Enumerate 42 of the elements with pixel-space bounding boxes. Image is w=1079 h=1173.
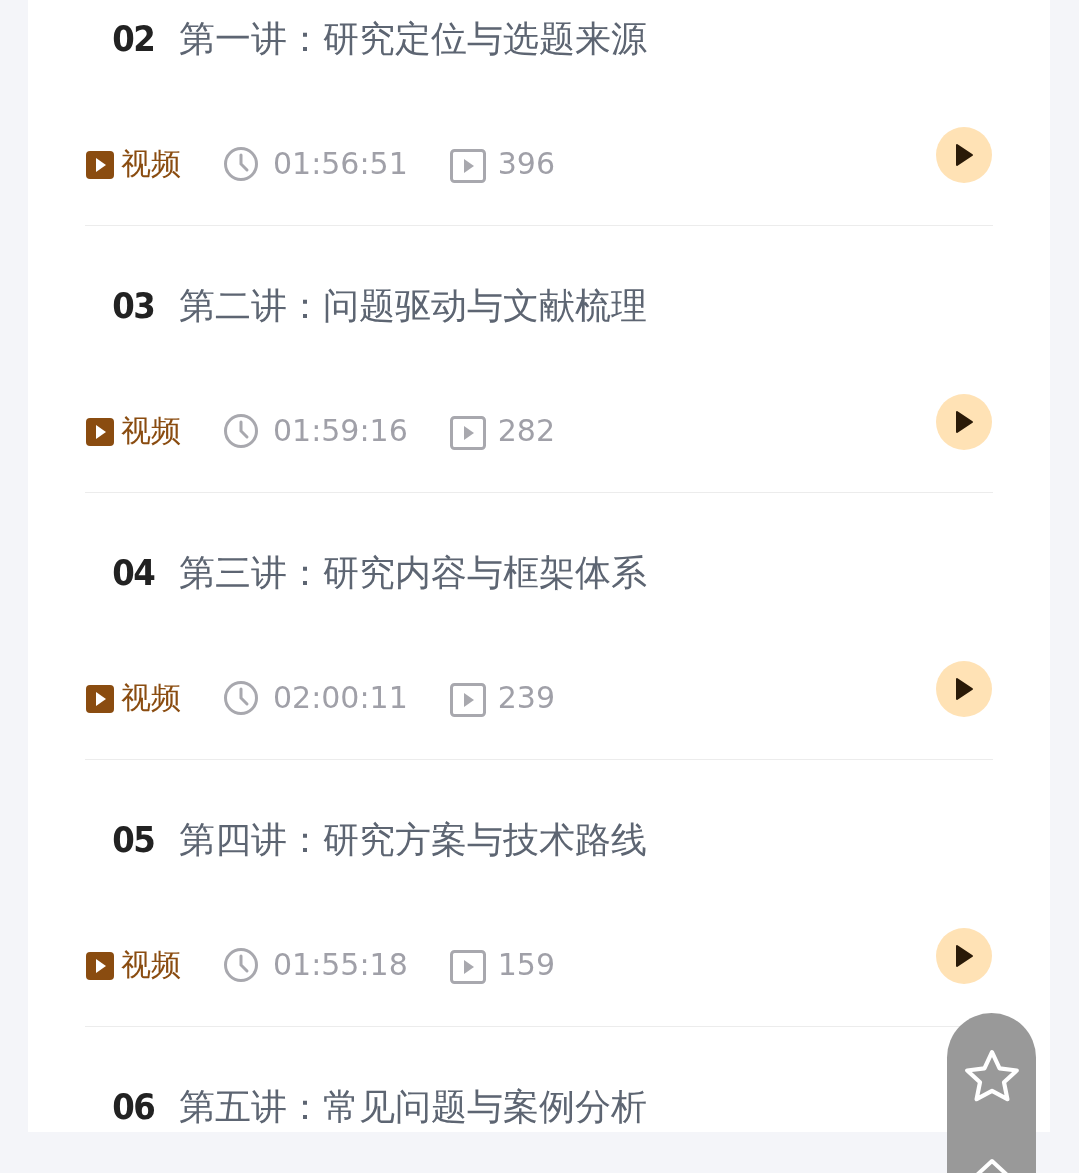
video-badge-icon <box>85 951 115 981</box>
video-badge-icon <box>85 684 115 714</box>
lesson-number: 05 <box>112 822 155 858</box>
duration: 02:00:11 <box>273 683 408 713</box>
play-button[interactable] <box>936 928 992 984</box>
lesson-title[interactable]: 第一讲：研究定位与选题来源 <box>178 21 647 57</box>
view-count: 239 <box>497 683 555 713</box>
content-type: 视频 <box>121 950 181 980</box>
duration: 01:55:18 <box>273 950 408 980</box>
content-type: 视频 <box>121 683 181 713</box>
lesson-number: 04 <box>112 555 155 591</box>
play-count-icon <box>449 950 486 984</box>
duration: 01:56:51 <box>273 149 408 179</box>
play-count-icon <box>449 149 486 183</box>
lesson-title[interactable]: 第四讲：研究方案与技术路线 <box>178 822 647 858</box>
content-type: 视频 <box>121 416 181 446</box>
lesson-number: 03 <box>112 288 155 324</box>
clock-icon <box>223 947 259 983</box>
lesson-title[interactable]: 第三讲：研究内容与框架体系 <box>178 555 647 591</box>
view-count: 282 <box>497 416 555 446</box>
play-button[interactable] <box>936 394 992 450</box>
lesson-title[interactable]: 第二讲：问题驱动与文献梳理 <box>178 288 647 324</box>
lesson-number: 06 <box>112 1089 155 1125</box>
play-count-icon <box>449 416 486 450</box>
play-button[interactable] <box>936 661 992 717</box>
lesson-number: 02 <box>112 21 155 57</box>
lesson-title[interactable]: 第五讲：常见问题与案例分析 <box>178 1089 647 1125</box>
play-icon <box>954 143 974 167</box>
video-badge-icon <box>85 150 115 180</box>
view-count: 396 <box>497 149 555 179</box>
clock-icon <box>223 680 259 716</box>
play-icon <box>954 677 974 701</box>
clock-icon <box>223 413 259 449</box>
duration: 01:59:16 <box>273 416 408 446</box>
play-count-icon <box>449 683 486 717</box>
play-icon <box>954 410 974 434</box>
clock-icon <box>223 146 259 182</box>
view-count: 159 <box>497 950 555 980</box>
content-type: 视频 <box>121 149 181 179</box>
video-badge-icon <box>85 417 115 447</box>
play-icon <box>954 944 974 968</box>
play-button[interactable] <box>936 127 992 183</box>
